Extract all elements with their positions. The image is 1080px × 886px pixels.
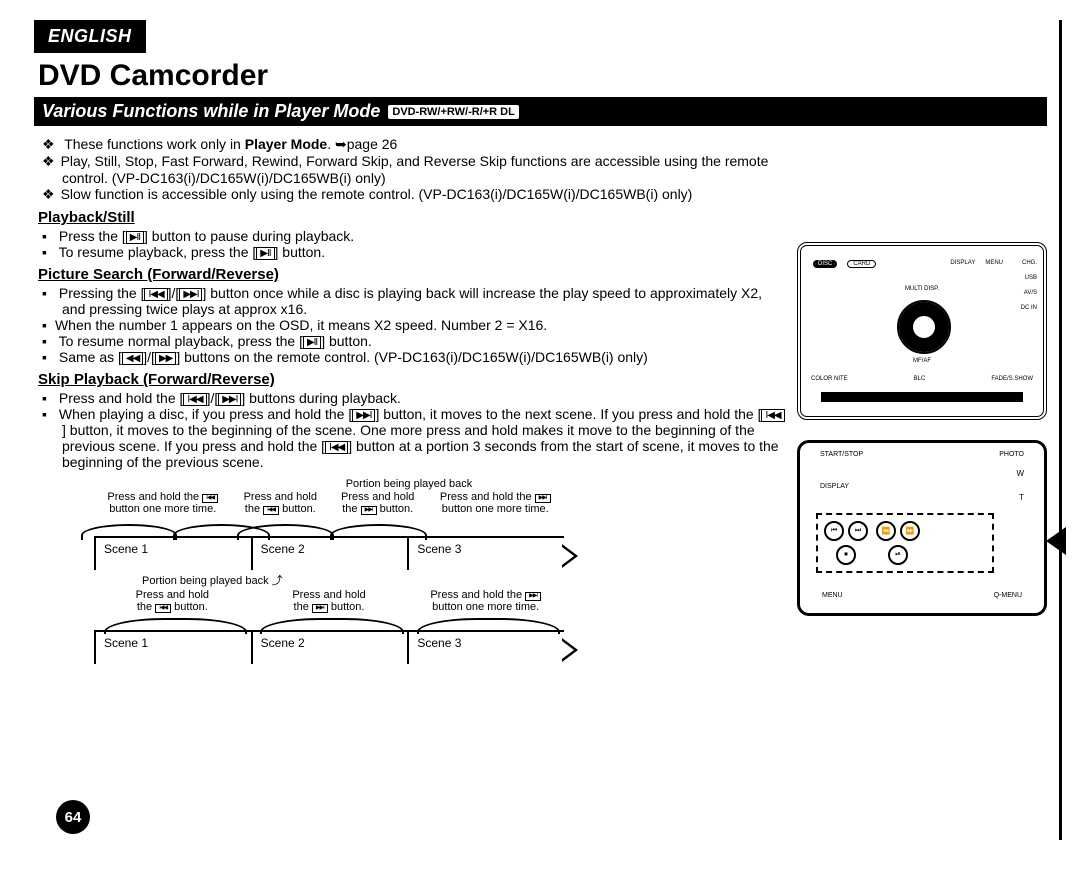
- intro-item: Slow function is accessible only using t…: [62, 186, 787, 203]
- skip-back-icon: ⏮: [824, 521, 844, 541]
- rewind-icon: ◀◀: [122, 352, 143, 365]
- list-item: When the number 1 appears on the OSD, it…: [62, 317, 787, 333]
- portion-label-top: Portion being played back: [254, 478, 564, 490]
- list-item: To resume normal playback, press the [▶I…: [62, 333, 787, 349]
- manual-page: ENGLISH DVD Camcorder Various Functions …: [22, 20, 1062, 840]
- skip-back-icon: I◀◀: [761, 409, 784, 422]
- intro-item: These functions work only in Player Mode…: [62, 136, 787, 153]
- play-pause-icon: ▶II: [303, 336, 321, 349]
- diagram-caption: Press and hold the I◀◀ button one more t…: [94, 490, 232, 516]
- pointer-arrow-icon: [1046, 527, 1066, 555]
- play-pause-icon: ▶II: [256, 247, 274, 260]
- scene-diagram: Portion being played back Press and hold…: [94, 478, 564, 664]
- diagram-caption: Press and hold the ▶▶I button.: [329, 490, 426, 516]
- joystick-icon: [897, 300, 951, 354]
- skip-back-icon: I◀◀: [183, 393, 206, 406]
- list-item: To resume playback, press the [▶II] butt…: [62, 244, 787, 260]
- figure-column: DISC CARD DISPLAY MENU CHG. USB AV/S DC …: [797, 132, 1047, 664]
- scene-segment: Scene 1: [94, 632, 251, 664]
- intro-item: Play, Still, Stop, Fast Forward, Rewind,…: [62, 153, 787, 186]
- diagram-caption: Press and hold the ▶▶I button one more t…: [426, 490, 564, 516]
- fast-forward-icon: ▶▶: [155, 352, 176, 365]
- scene-segment: Scene 3: [407, 538, 564, 570]
- text-column: These functions work only in Player Mode…: [34, 132, 787, 664]
- play-pause-icon: ▶II: [126, 231, 144, 244]
- list-item: Same as [◀◀]/[▶▶] buttons on the remote …: [62, 349, 787, 365]
- section-heading: Various Functions while in Player Mode: [42, 101, 380, 122]
- list-item: When playing a disc, if you press and ho…: [62, 406, 787, 470]
- play-pause-icon: ⏯: [888, 545, 908, 565]
- page-number: 64: [56, 800, 90, 834]
- diagram-caption: Press and hold the ▶▶I button one more t…: [407, 588, 564, 614]
- skip-back-icon: I◀◀: [144, 288, 167, 301]
- subheading-picture-search: Picture Search (Forward/Reverse): [38, 266, 787, 283]
- subheading-playback: Playback/Still: [38, 209, 787, 226]
- remote-figure: START/STOPPHOTO DISPLAY W T ⏮ ⏭ ⏪ ⏩ ⏹ ⏯ …: [797, 440, 1047, 616]
- diagram-caption: Press and hold the ▶▶I button.: [251, 588, 408, 614]
- language-tab: ENGLISH: [34, 20, 146, 53]
- skip-fwd-icon: ▶▶I: [352, 409, 375, 422]
- list-item: Pressing the [I◀◀]/[▶▶I] button once whi…: [62, 285, 787, 317]
- skip-fwd-icon: ⏭: [848, 521, 868, 541]
- scene-segment: Scene 2: [251, 632, 408, 664]
- skip-fwd-icon: ▶▶I: [218, 393, 241, 406]
- scene-segment: Scene 2: [251, 538, 408, 570]
- diagram-caption: Press and hold the I◀◀ button.: [232, 490, 329, 516]
- stop-icon: ⏹: [836, 545, 856, 565]
- skip-back-icon: I◀◀: [325, 441, 348, 454]
- portion-label-bottom: Portion being played back ⤴: [142, 572, 564, 588]
- camcorder-rear-figure: DISC CARD DISPLAY MENU CHG. USB AV/S DC …: [797, 242, 1047, 420]
- disc-type-label: DVD-RW/+RW/-R/+R DL: [388, 105, 518, 119]
- page-title: DVD Camcorder: [38, 59, 1047, 93]
- diagram-caption: Press and hold the I◀◀ button.: [94, 588, 251, 614]
- list-item: Press and hold the [I◀◀]/[▶▶I] buttons d…: [62, 390, 787, 406]
- rewind-icon: ⏪: [876, 521, 896, 541]
- list-item: Press the [▶II] button to pause during p…: [62, 228, 787, 244]
- subheading-skip-playback: Skip Playback (Forward/Reverse): [38, 371, 787, 388]
- section-heading-bar: Various Functions while in Player Mode D…: [34, 97, 1047, 126]
- skip-fwd-icon: ▶▶I: [179, 288, 202, 301]
- intro-list: These functions work only in Player Mode…: [34, 136, 787, 203]
- fast-forward-icon: ⏩: [900, 521, 920, 541]
- scene-segment: Scene 1: [94, 538, 251, 570]
- scene-segment: Scene 3: [407, 632, 564, 664]
